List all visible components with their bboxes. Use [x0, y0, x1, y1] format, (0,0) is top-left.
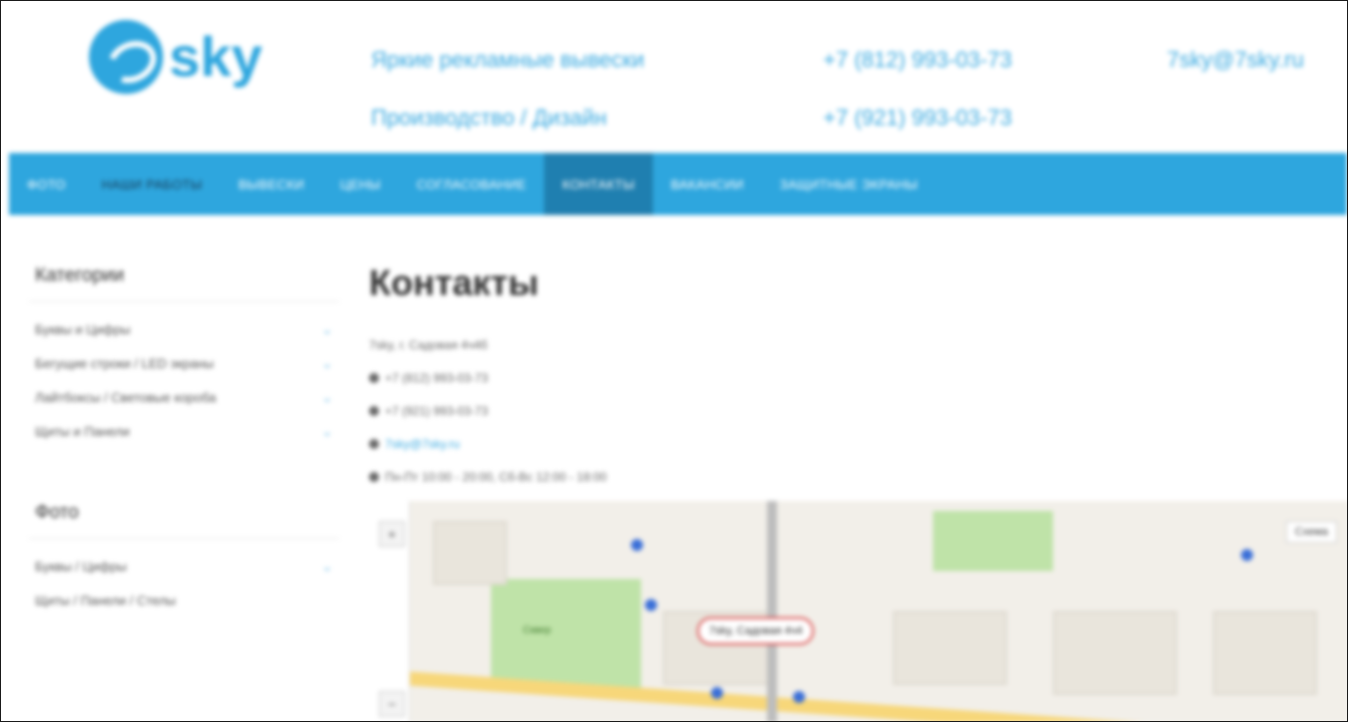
zoom-in-button[interactable]: + [379, 521, 405, 547]
logo[interactable]: sky [89, 9, 289, 105]
sidebar: Категории Буквы и Цифры ⌄ Бегущие строки… [29, 251, 339, 617]
metro-icon [711, 687, 723, 699]
hours-text: Пн-Пт 10:00 - 20:00, Сб-Вс 12:00 - 18:00 [385, 469, 607, 484]
chevron-down-icon[interactable]: ⌄ [321, 355, 333, 372]
sidebar-item-label: Щиты / Панели / Стелы [35, 592, 176, 608]
nav-item-signs[interactable]: ВЫВЕСКИ [220, 153, 322, 215]
zoom-out-button[interactable]: − [379, 691, 405, 717]
sidebar-categories-title: Категории [29, 251, 339, 302]
logo-text: sky [169, 25, 263, 88]
header-email[interactable]: 7sky@7sky.ru [1167, 31, 1304, 89]
address-line: 7sky, г. Садовая 4ч4б [369, 328, 1347, 361]
map[interactable]: Сквер 7sky, Садовая 4ч4 + − Схема [373, 501, 1347, 721]
sidebar-item-photo-letters[interactable]: Буквы / Цифры ⌄ [29, 549, 339, 583]
mobile-icon [369, 405, 379, 416]
nav-item-vacancies[interactable]: ВАКАНСИИ [653, 153, 762, 215]
vertical-road [767, 501, 777, 721]
building-block [893, 611, 1007, 685]
address-text: 7sky, г. Садовая 4ч4б [369, 337, 488, 352]
phone-line-1: +7 (812) 993-03-73 [369, 361, 1347, 394]
phone-text-1[interactable]: +7 (812) 993-03-73 [385, 371, 488, 385]
logo-icon [89, 20, 163, 94]
sidebar-item-label: Лайтбоксы / Световые короба [35, 389, 217, 405]
sidebar-item-panels[interactable]: Щиты и Панели ⌄ [29, 414, 339, 448]
sidebar-item-lightboxes[interactable]: Лайтбоксы / Световые короба ⌄ [29, 380, 339, 414]
mail-icon [369, 438, 379, 449]
sidebar-item-photo-panels[interactable]: Щиты / Панели / Стелы [29, 583, 339, 617]
phone-icon [369, 372, 379, 383]
chevron-down-icon[interactable]: ⌄ [321, 558, 333, 575]
page-title: Контакты [369, 262, 539, 303]
building-block [1053, 611, 1177, 695]
phone-line-2: +7 (921) 993-03-73 [369, 394, 1347, 427]
metro-icon [793, 691, 805, 703]
sidebar-item-label: Буквы и Цифры [35, 321, 131, 337]
clock-icon [369, 471, 379, 482]
sidebar-photo-title: Фото [29, 488, 339, 539]
page-frame: sky Яркие рекламные вывески Производство… [0, 0, 1348, 722]
phone-2[interactable]: +7 (921) 993-03-73 [823, 89, 1012, 147]
park-label: Сквер [523, 625, 551, 636]
header: sky Яркие рекламные вывески Производство… [1, 1, 1347, 153]
tagline-line-2: Производство / Дизайн [371, 105, 607, 130]
nav-item-screens[interactable]: ЗАЩИТНЫЕ ЭКРАНЫ [762, 153, 936, 215]
main-content: Контакты 7sky, г. Садовая 4ч4б +7 (812) … [369, 256, 1347, 493]
metro-icon [631, 539, 643, 551]
phones: +7 (812) 993-03-73 +7 (921) 993-03-73 [823, 31, 1012, 147]
sidebar-item-letters[interactable]: Буквы и Цифры ⌄ [29, 312, 339, 346]
green-area [933, 511, 1053, 571]
map-layers-button[interactable]: Схема [1285, 521, 1337, 543]
chevron-down-icon[interactable]: ⌄ [321, 423, 333, 440]
park-area [491, 579, 641, 689]
email-line: 7sky@7sky.ru [369, 427, 1347, 460]
nav-item-contacts[interactable]: КОНТАКТЫ [544, 153, 653, 215]
nav-item-our-works[interactable]: НАШИ РАБОТЫ [84, 153, 221, 215]
nav-item-prices[interactable]: ЦЕНЫ [322, 153, 398, 215]
hours-line: Пн-Пт 10:00 - 20:00, Сб-Вс 12:00 - 18:00 [369, 460, 1347, 493]
map-controls: + − [373, 501, 410, 721]
sidebar-item-running-lines[interactable]: Бегущие строки / LED экраны ⌄ [29, 346, 339, 380]
building-block [1213, 611, 1317, 695]
map-pin-label[interactable]: 7sky, Садовая 4ч4 [697, 617, 815, 645]
sidebar-item-label: Бегущие строки / LED экраны [35, 355, 214, 371]
tagline-line-1: Яркие рекламные вывески [371, 47, 645, 72]
metro-icon [645, 599, 657, 611]
nav-item-approval[interactable]: СОГЛАСОВАНИЕ [399, 153, 545, 215]
email-link[interactable]: 7sky@7sky.ru [385, 437, 460, 451]
phone-1[interactable]: +7 (812) 993-03-73 [823, 31, 1012, 89]
sidebar-item-label: Буквы / Цифры [35, 558, 127, 574]
nav-item-photo[interactable]: ФОТО [9, 153, 84, 215]
metro-icon [1241, 549, 1253, 561]
chevron-down-icon[interactable]: ⌄ [321, 321, 333, 338]
sidebar-item-label: Щиты и Панели [35, 423, 130, 439]
phone-text-2[interactable]: +7 (921) 993-03-73 [385, 404, 488, 418]
main-nav: ФОТО НАШИ РАБОТЫ ВЫВЕСКИ ЦЕНЫ СОГЛАСОВАН… [9, 153, 1347, 215]
building-block [433, 521, 507, 585]
chevron-down-icon[interactable]: ⌄ [321, 389, 333, 406]
tagline: Яркие рекламные вывески Производство / Д… [371, 31, 644, 147]
